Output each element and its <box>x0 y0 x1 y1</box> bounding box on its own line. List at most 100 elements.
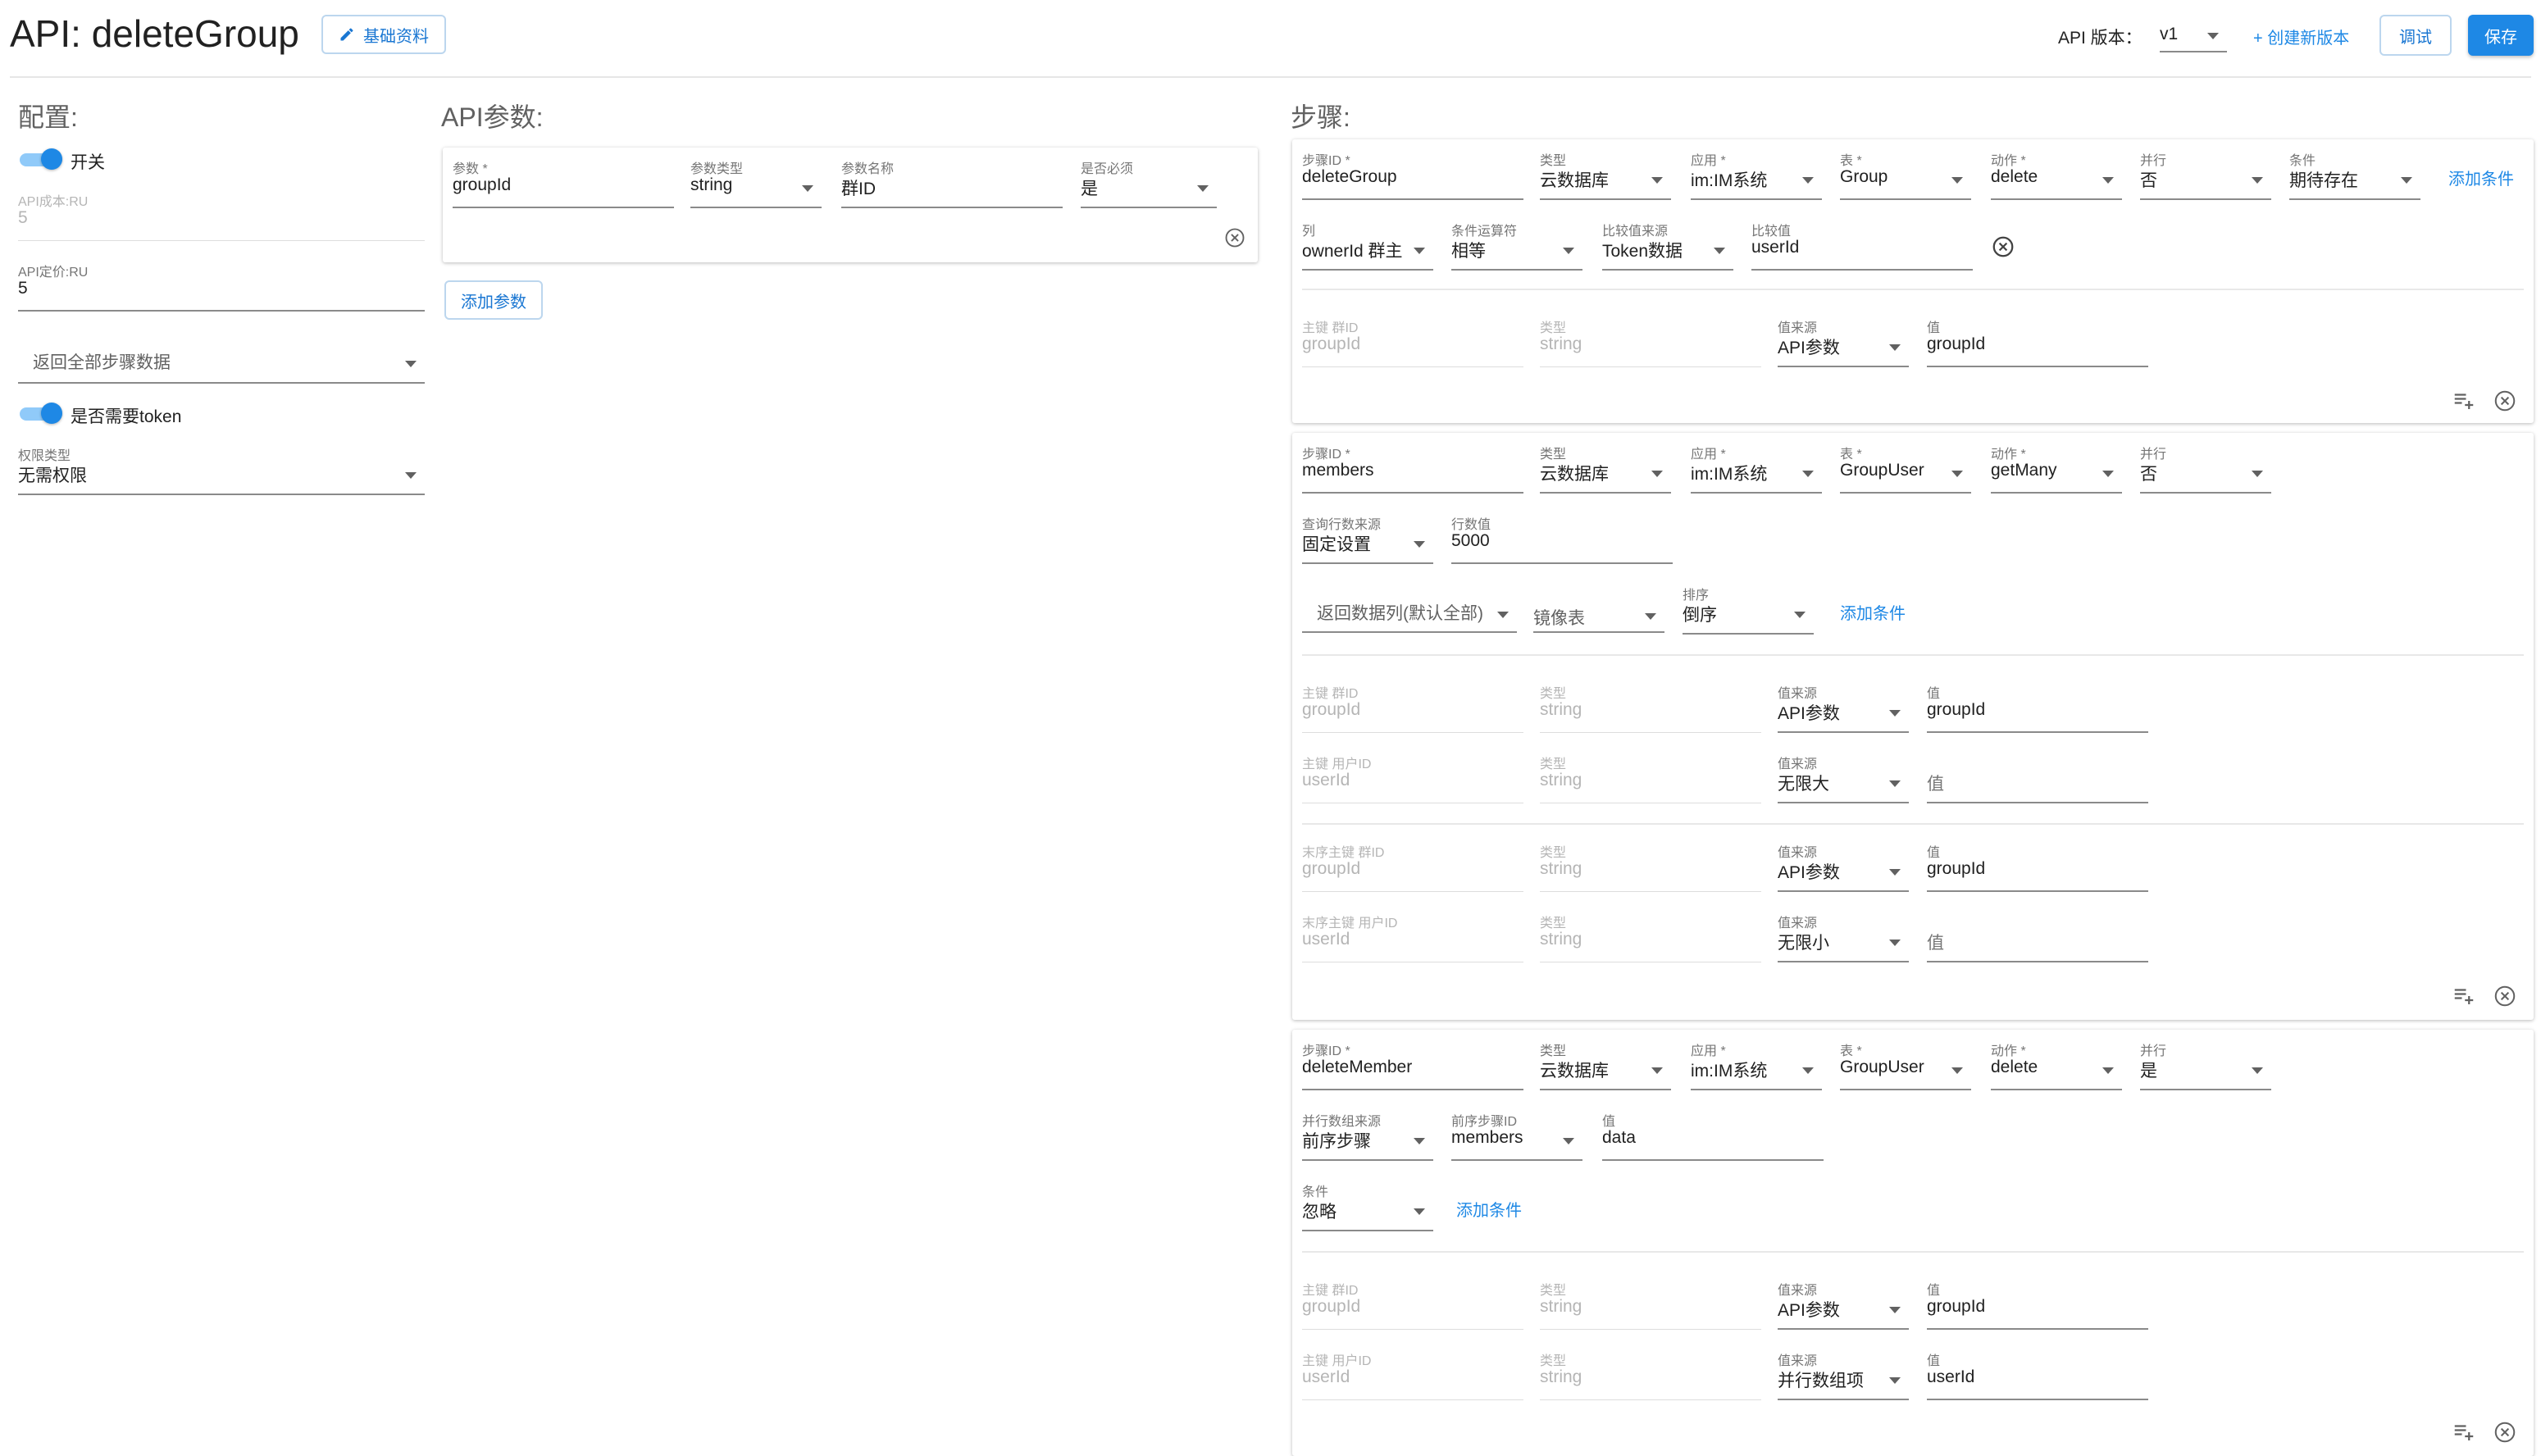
step-table-select[interactable]: 表 * GroupUser <box>1840 1040 1971 1090</box>
step-id-field[interactable]: 步骤ID * deleteGroup <box>1302 149 1523 200</box>
enable-switch-label: 开关 <box>71 153 105 172</box>
remove-condition-icon[interactable] <box>1991 234 2015 259</box>
step-condition-select[interactable]: 条件 忽略 <box>1302 1181 1433 1231</box>
debug-button[interactable]: 调试 <box>2379 15 2452 56</box>
key-type-field: 类型 string <box>1540 912 1761 962</box>
params-title: API参数: <box>441 102 544 132</box>
param-label-field[interactable]: 参数名称 群ID <box>841 157 1063 208</box>
save-button[interactable]: 保存 <box>2468 15 2534 56</box>
key-value-field[interactable]: 值 <box>1927 753 2148 803</box>
param-name-field[interactable]: 参数 * groupId <box>453 157 674 208</box>
step-action-select[interactable]: 动作 * delete <box>1991 149 2122 200</box>
chevron-down-icon <box>1951 471 1963 477</box>
chevron-down-icon <box>1414 541 1425 548</box>
page-title: API: deleteGroup <box>10 12 299 55</box>
step-divider <box>1302 654 2524 656</box>
parallel-source-select[interactable]: 并行数组来源 前序步骤 <box>1302 1110 1433 1161</box>
step-type-select[interactable]: 类型 云数据库 <box>1540 1040 1671 1090</box>
add-param-button[interactable]: 添加参数 <box>444 280 543 320</box>
key-value-field[interactable]: 值 <box>1927 912 2148 962</box>
key-field: 主键 群ID groupId <box>1302 316 1523 367</box>
step-app-select[interactable]: 应用 * im:IM系统 <box>1691 149 1822 200</box>
enable-switch[interactable] <box>20 148 62 170</box>
step-id-field[interactable]: 步骤ID * deleteMember <box>1302 1040 1523 1090</box>
api-price-field[interactable]: API定价:RU 5 <box>18 261 425 312</box>
edit-icon <box>340 28 353 41</box>
key-value-field[interactable]: 值 groupId <box>1927 316 2148 367</box>
chevron-down-icon <box>1497 612 1509 618</box>
key-source-select[interactable]: 值来源 API参数 <box>1778 682 1909 733</box>
chevron-down-icon <box>1889 344 1901 351</box>
key-source-select[interactable]: 值来源 API参数 <box>1778 316 1909 367</box>
rows-source-select[interactable]: 查询行数来源 固定设置 <box>1302 513 1433 564</box>
step-action-select[interactable]: 动作 * getMany <box>1991 443 2122 494</box>
prev-step-select[interactable]: 前序步骤ID members <box>1451 1110 1582 1161</box>
cond-source-select[interactable]: 比较值来源 Token数据 <box>1602 220 1733 271</box>
add-condition-link[interactable]: 添加条件 <box>1456 1197 1522 1221</box>
step-parallel-select[interactable]: 并行是 <box>2140 1040 2271 1090</box>
chevron-down-icon <box>1889 780 1901 787</box>
permission-select[interactable]: 权限类型 无需权限 <box>18 444 425 495</box>
remove-step-icon[interactable] <box>2493 1420 2517 1445</box>
cond-compare-field[interactable]: 比较值 userId <box>1751 220 1973 271</box>
step-table-select[interactable]: 表 * Group <box>1840 149 1971 200</box>
chevron-down-icon <box>1802 1067 1814 1074</box>
param-type-select[interactable]: 参数类型 string <box>690 157 822 208</box>
create-version-link[interactable]: + 创建新版本 <box>2253 25 2349 48</box>
parallel-value-field[interactable]: 值 data <box>1602 1110 1824 1161</box>
step-app-select[interactable]: 应用 * im:IM系统 <box>1691 443 1822 494</box>
chevron-down-icon <box>2102 177 2114 184</box>
step-app-select[interactable]: 应用 * im:IM系统 <box>1691 1040 1822 1090</box>
key-value-field[interactable]: 值 groupId <box>1927 841 2148 892</box>
key-source-select[interactable]: 值来源 API参数 <box>1778 841 1909 892</box>
chevron-down-icon <box>2207 33 2219 39</box>
key-type-field: 类型 string <box>1540 753 1761 803</box>
basic-info-button[interactable]: 基础资料 <box>321 15 446 54</box>
return-columns-select[interactable]: 返回数据列(默认全部) <box>1302 600 1517 633</box>
key-value-field[interactable]: 值 groupId <box>1927 682 2148 733</box>
cond-column-select[interactable]: 列 ownerId 群主 <box>1302 220 1433 271</box>
chevron-down-icon <box>2102 1067 2114 1074</box>
chevron-down-icon <box>1563 248 1574 254</box>
step-condition-select[interactable]: 条件 期待存在 <box>2289 149 2420 200</box>
cond-operator-select[interactable]: 条件运算符 相等 <box>1451 220 1582 271</box>
chevron-down-icon <box>1714 248 1725 254</box>
chevron-down-icon <box>1414 1138 1425 1144</box>
version-label: API 版本： <box>2058 29 2143 48</box>
remove-step-icon[interactable] <box>2493 389 2517 413</box>
param-required-select[interactable]: 是否必须是 <box>1081 157 1217 208</box>
key-source-select[interactable]: 值来源 无限小 <box>1778 912 1909 962</box>
key-value-field[interactable]: 值 groupId <box>1927 1279 2148 1330</box>
chevron-down-icon <box>2401 177 2412 184</box>
rows-value-field[interactable]: 行数值 5000 <box>1451 513 1673 564</box>
add-condition-link[interactable]: 添加条件 <box>2448 166 2514 189</box>
step-table-select[interactable]: 表 * GroupUser <box>1840 443 1971 494</box>
chevron-down-icon <box>1651 471 1663 477</box>
version-select[interactable]: v1 <box>2160 5 2227 52</box>
sort-select[interactable]: 排序 倒序 <box>1683 584 1814 635</box>
remove-param-icon[interactable] <box>1223 226 1246 249</box>
require-token-switch[interactable] <box>20 403 62 424</box>
playlist-add-icon[interactable] <box>2452 389 2476 413</box>
chevron-down-icon <box>1951 177 1963 184</box>
step-parallel-select[interactable]: 并行否 <box>2140 443 2271 494</box>
playlist-add-icon[interactable] <box>2452 1420 2476 1445</box>
chevron-down-icon <box>1197 185 1209 192</box>
remove-step-icon[interactable] <box>2493 984 2517 1008</box>
chevron-down-icon <box>1651 177 1663 184</box>
step-type-select[interactable]: 类型 云数据库 <box>1540 149 1671 200</box>
key-source-select[interactable]: 值来源 并行数组项 <box>1778 1349 1909 1400</box>
step-parallel-select[interactable]: 并行否 <box>2140 149 2271 200</box>
step-id-field[interactable]: 步骤ID * members <box>1302 443 1523 494</box>
add-condition-link[interactable]: 添加条件 <box>1840 600 1906 624</box>
key-field: 主键 群ID groupId <box>1302 1279 1523 1330</box>
key-value-field[interactable]: 值 userId <box>1927 1349 2148 1400</box>
basic-info-label: 基础资料 <box>363 27 429 46</box>
return-data-select[interactable]: 返回全部步骤数据 <box>18 349 425 384</box>
playlist-add-icon[interactable] <box>2452 984 2476 1008</box>
key-source-select[interactable]: 值来源 API参数 <box>1778 1279 1909 1330</box>
step-type-select[interactable]: 类型 云数据库 <box>1540 443 1671 494</box>
mirror-table-select[interactable]: 镜像表 <box>1533 605 1664 633</box>
key-source-select[interactable]: 值来源 无限大 <box>1778 753 1909 803</box>
step-action-select[interactable]: 动作 * delete <box>1991 1040 2122 1090</box>
